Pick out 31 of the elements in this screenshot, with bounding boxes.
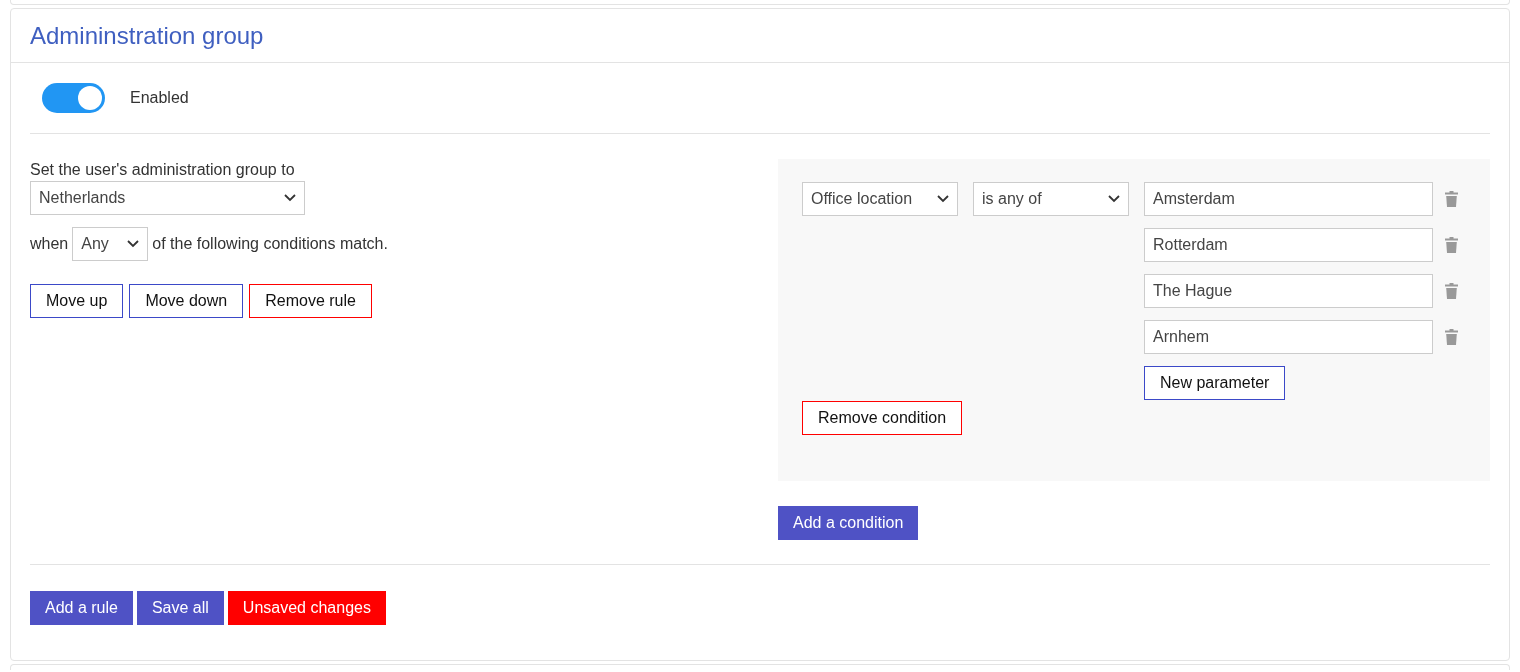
button[interactable]: Remove condition [802,401,963,435]
dropdown[interactable]: Any [72,227,149,261]
dropdown[interactable]: is any of [973,182,1129,216]
rule-text: when [30,234,69,254]
dropdown[interactable]: Office location [802,182,958,216]
input-field[interactable]: Amsterdam [1144,182,1433,216]
button[interactable]: Save all [136,591,224,625]
input-field[interactable]: Rotterdam [1144,228,1433,262]
card-title: Admininstration group [30,20,264,51]
toggle-switch[interactable] [42,83,105,113]
toggle-label: Enabled [130,88,189,108]
chevron-down-icon [1108,195,1120,203]
rule-text: Set the user's administration group to [30,160,296,180]
button[interactable]: Unsaved changes [227,591,386,625]
chevron-down-icon [127,240,140,248]
trash-icon[interactable] [1445,329,1458,345]
button[interactable]: Move down [129,284,244,318]
rule-text: of the following conditions match. [152,234,388,254]
button[interactable]: Add a rule [30,591,133,625]
trash-icon[interactable] [1445,237,1458,253]
input-field[interactable]: Arnhem [1144,320,1433,354]
button[interactable]: Move up [30,284,124,318]
dropdown[interactable]: Netherlands [30,181,305,215]
button[interactable]: Remove rule [249,284,372,318]
button[interactable]: New parameter [1144,366,1286,400]
button[interactable]: Add a condition [778,506,919,540]
trash-icon[interactable] [1445,283,1458,299]
chevron-down-icon [284,194,296,202]
trash-icon[interactable] [1445,191,1458,207]
input-field[interactable]: The Hague [1144,274,1433,308]
chevron-down-icon [937,195,949,203]
